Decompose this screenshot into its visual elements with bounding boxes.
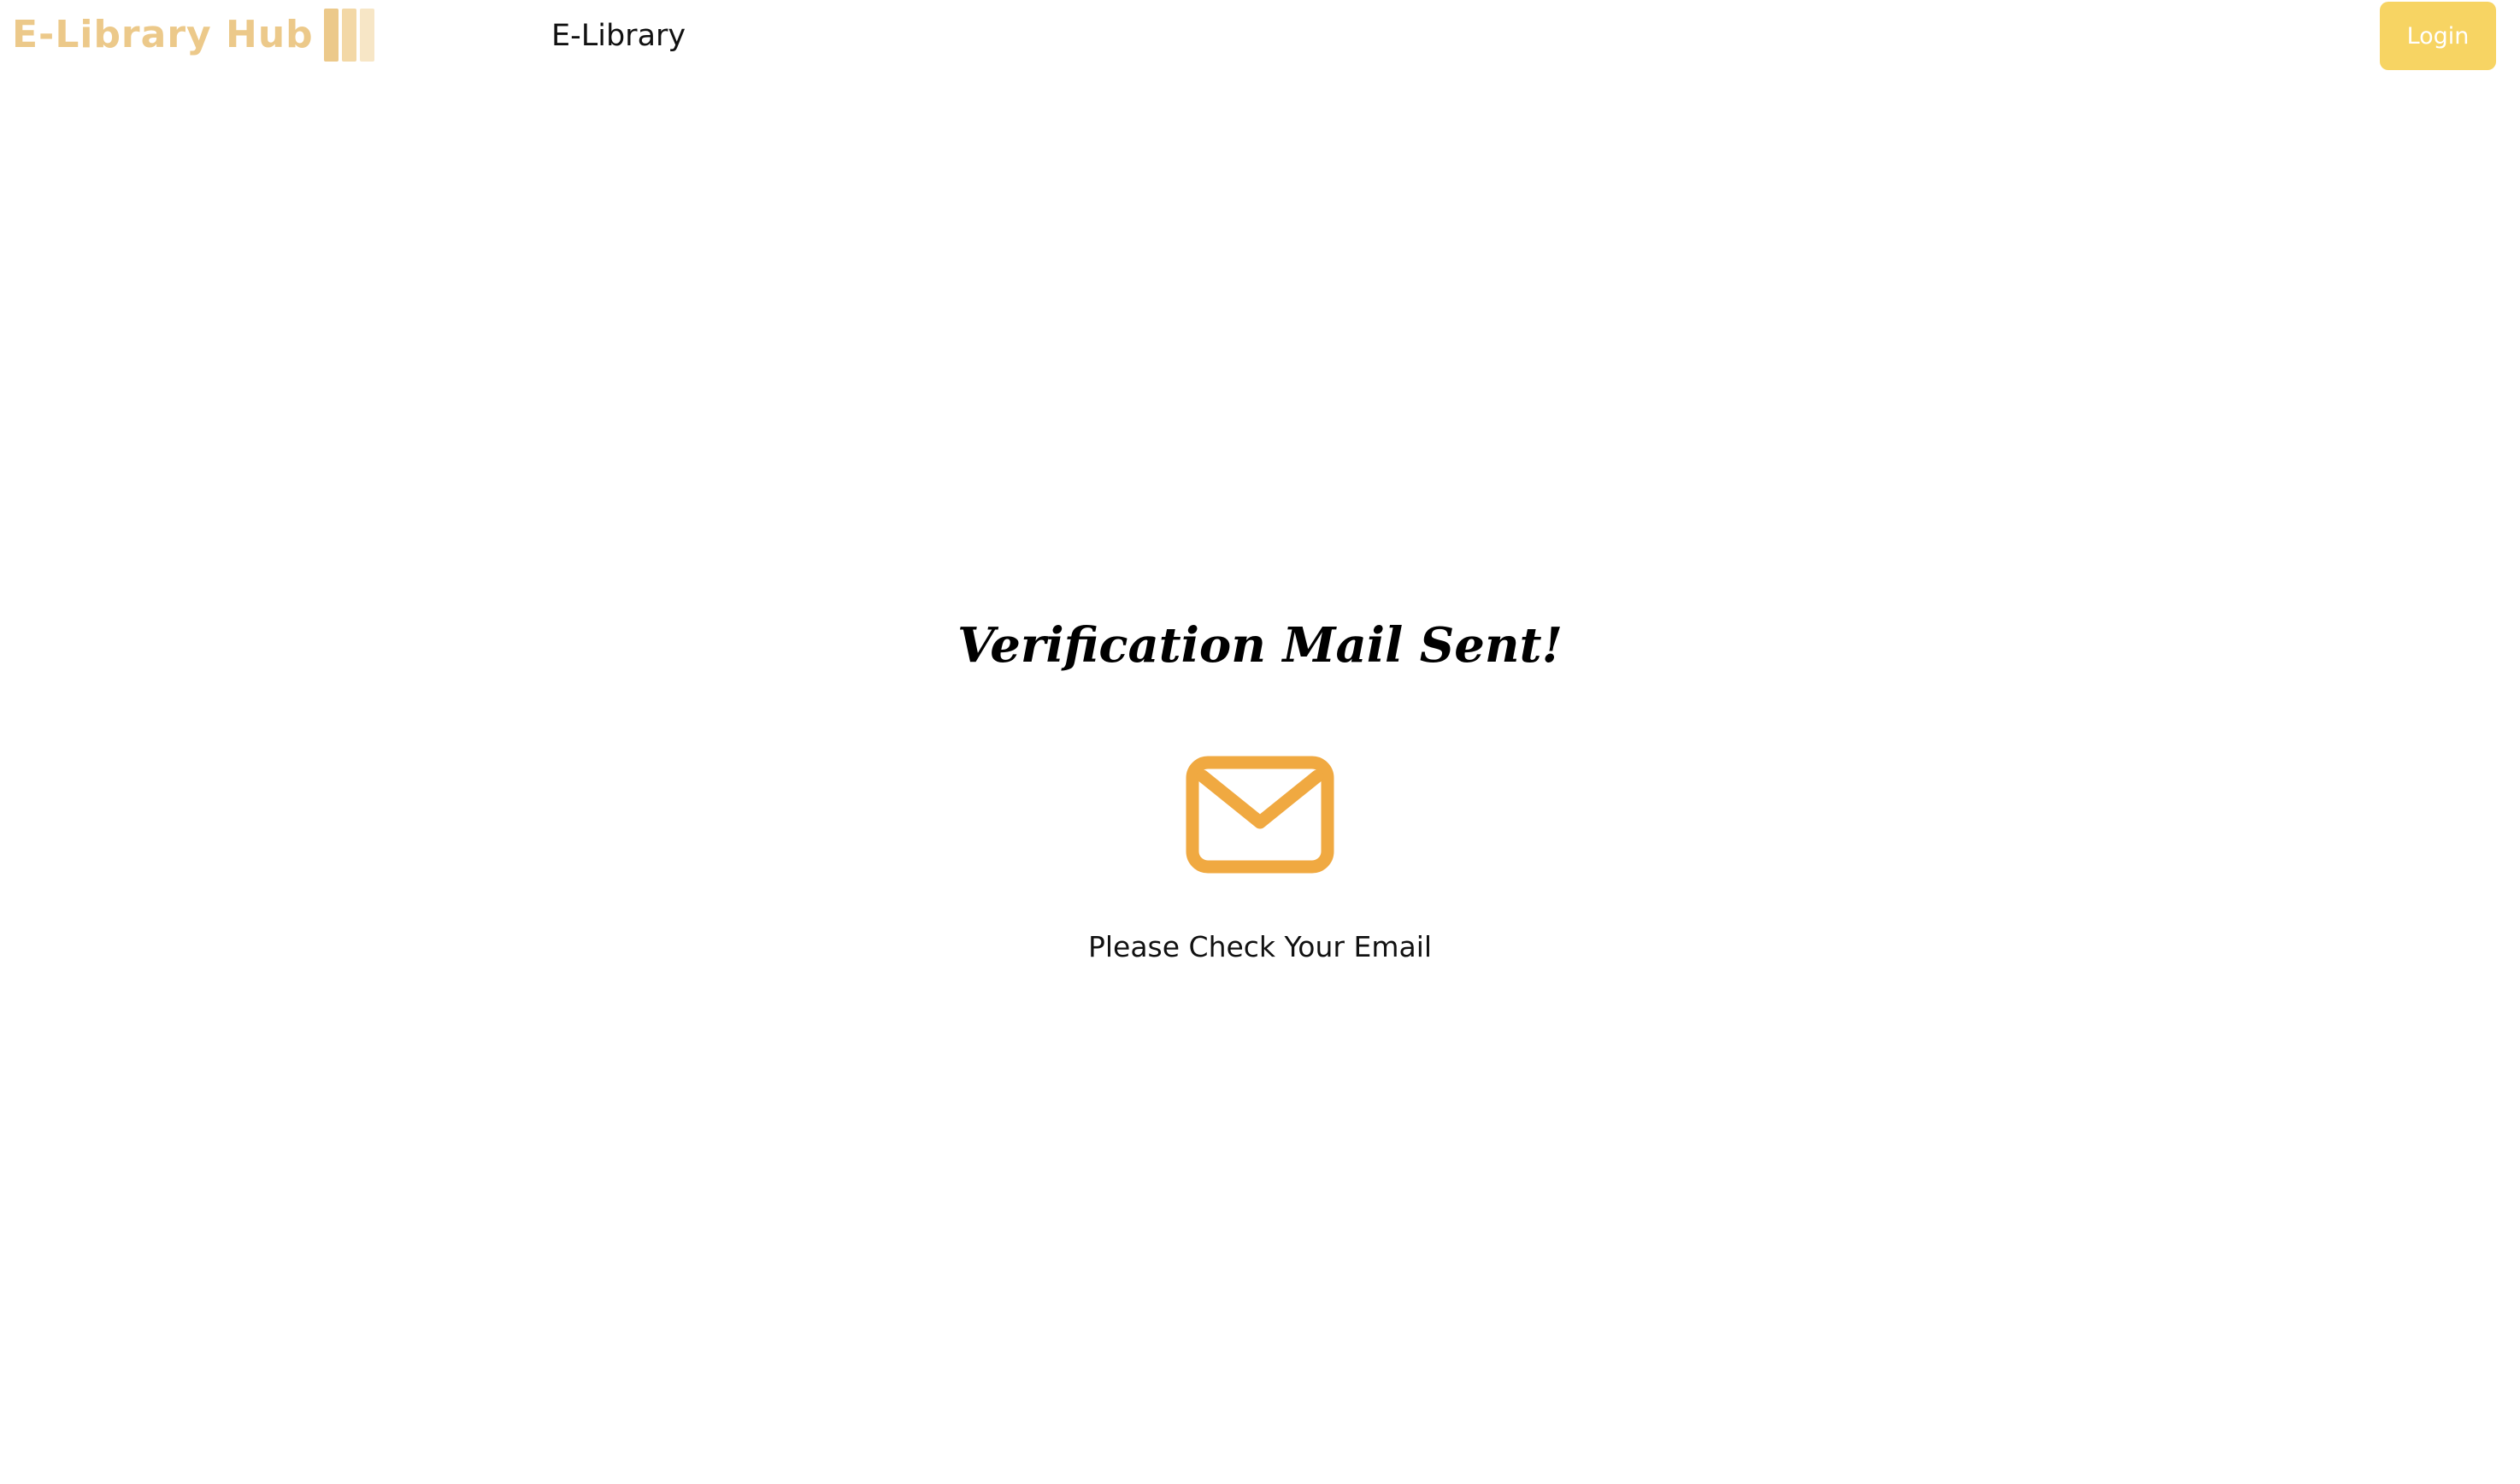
books-logo-icon	[323, 7, 374, 62]
check-email-message: Please Check Your Email	[1087, 930, 1433, 963]
mail-icon	[1186, 756, 1334, 874]
login-button[interactable]: Login	[2380, 2, 2496, 70]
verification-panel: Verification Mail Sent! Please Check You…	[0, 615, 2520, 992]
page-title: Verification Mail Sent!	[957, 617, 1563, 674]
book-spine-3	[359, 9, 374, 62]
book-spine-1	[323, 9, 339, 62]
navbar: E-Library Hub E-Library Login	[0, 0, 2520, 84]
nav-link-e-library[interactable]: E-Library	[551, 19, 686, 53]
book-spine-2	[341, 9, 356, 62]
logo-text: E-Library Hub	[12, 12, 314, 56]
site-logo[interactable]: E-Library Hub	[12, 3, 374, 65]
